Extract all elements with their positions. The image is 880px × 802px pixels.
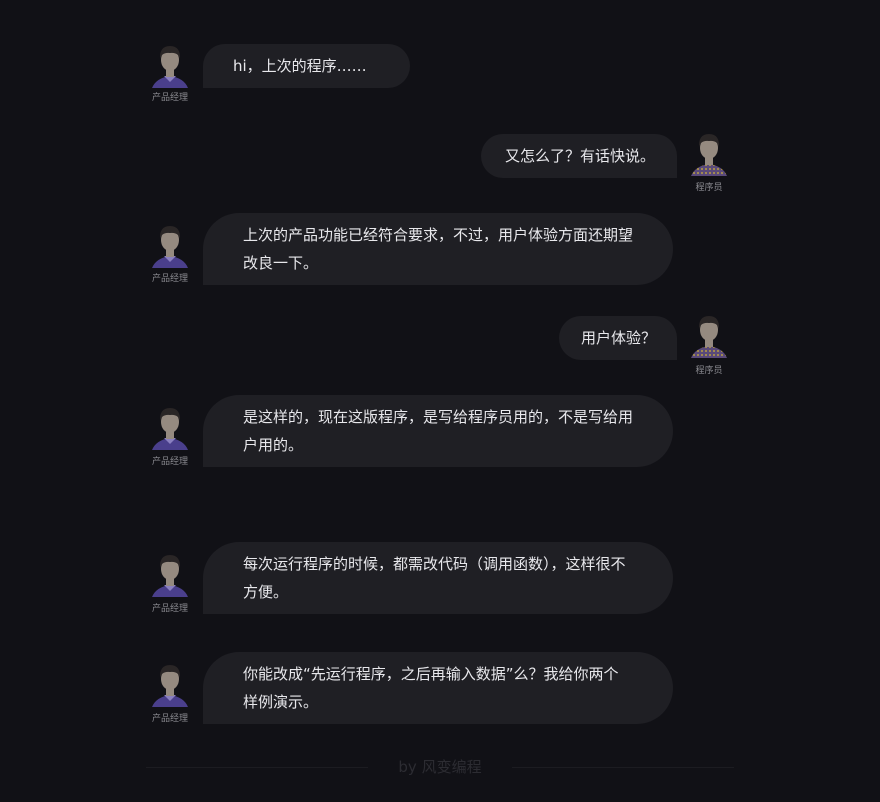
role-label: 产品经理 xyxy=(151,93,188,103)
avatar-programmer-icon xyxy=(689,310,729,360)
chat-bubble: 又怎么了？有话快说。 xyxy=(481,134,677,178)
chat-bubble: 你能改成“先运行程序，之后再输入数据”么？我给你两个样例演示。 xyxy=(203,652,673,724)
chat-bubble: 每次运行程序的时候，都需改代码（调用函数），这样很不方便。 xyxy=(203,542,673,614)
chat-bubble: 上次的产品功能已经符合要求，不过，用户体验方面还期望改良一下。 xyxy=(203,213,673,285)
avatar-programmer-icon xyxy=(689,128,729,178)
avatar-product-manager-icon xyxy=(150,40,190,90)
role-label: 产品经理 xyxy=(151,604,188,614)
role-label: 产品经理 xyxy=(151,274,188,284)
avatar-product-manager-icon xyxy=(150,402,190,452)
avatar-product-manager-icon xyxy=(150,659,190,709)
chat-bubble: hi，上次的程序…… xyxy=(203,44,410,88)
chat-bubble: 用户体验？ xyxy=(559,316,677,360)
footer-credit: by 风变编程 xyxy=(398,758,482,776)
role-label: 产品经理 xyxy=(151,714,188,724)
role-label: 程序员 xyxy=(695,366,723,376)
chat-bubble: 是这样的，现在这版程序，是写给程序员用的，不是写给用户用的。 xyxy=(203,395,673,467)
avatar-product-manager-icon xyxy=(150,549,190,599)
avatar-product-manager-icon xyxy=(150,220,190,270)
role-label: 程序员 xyxy=(695,183,723,193)
role-label: 产品经理 xyxy=(151,457,188,467)
